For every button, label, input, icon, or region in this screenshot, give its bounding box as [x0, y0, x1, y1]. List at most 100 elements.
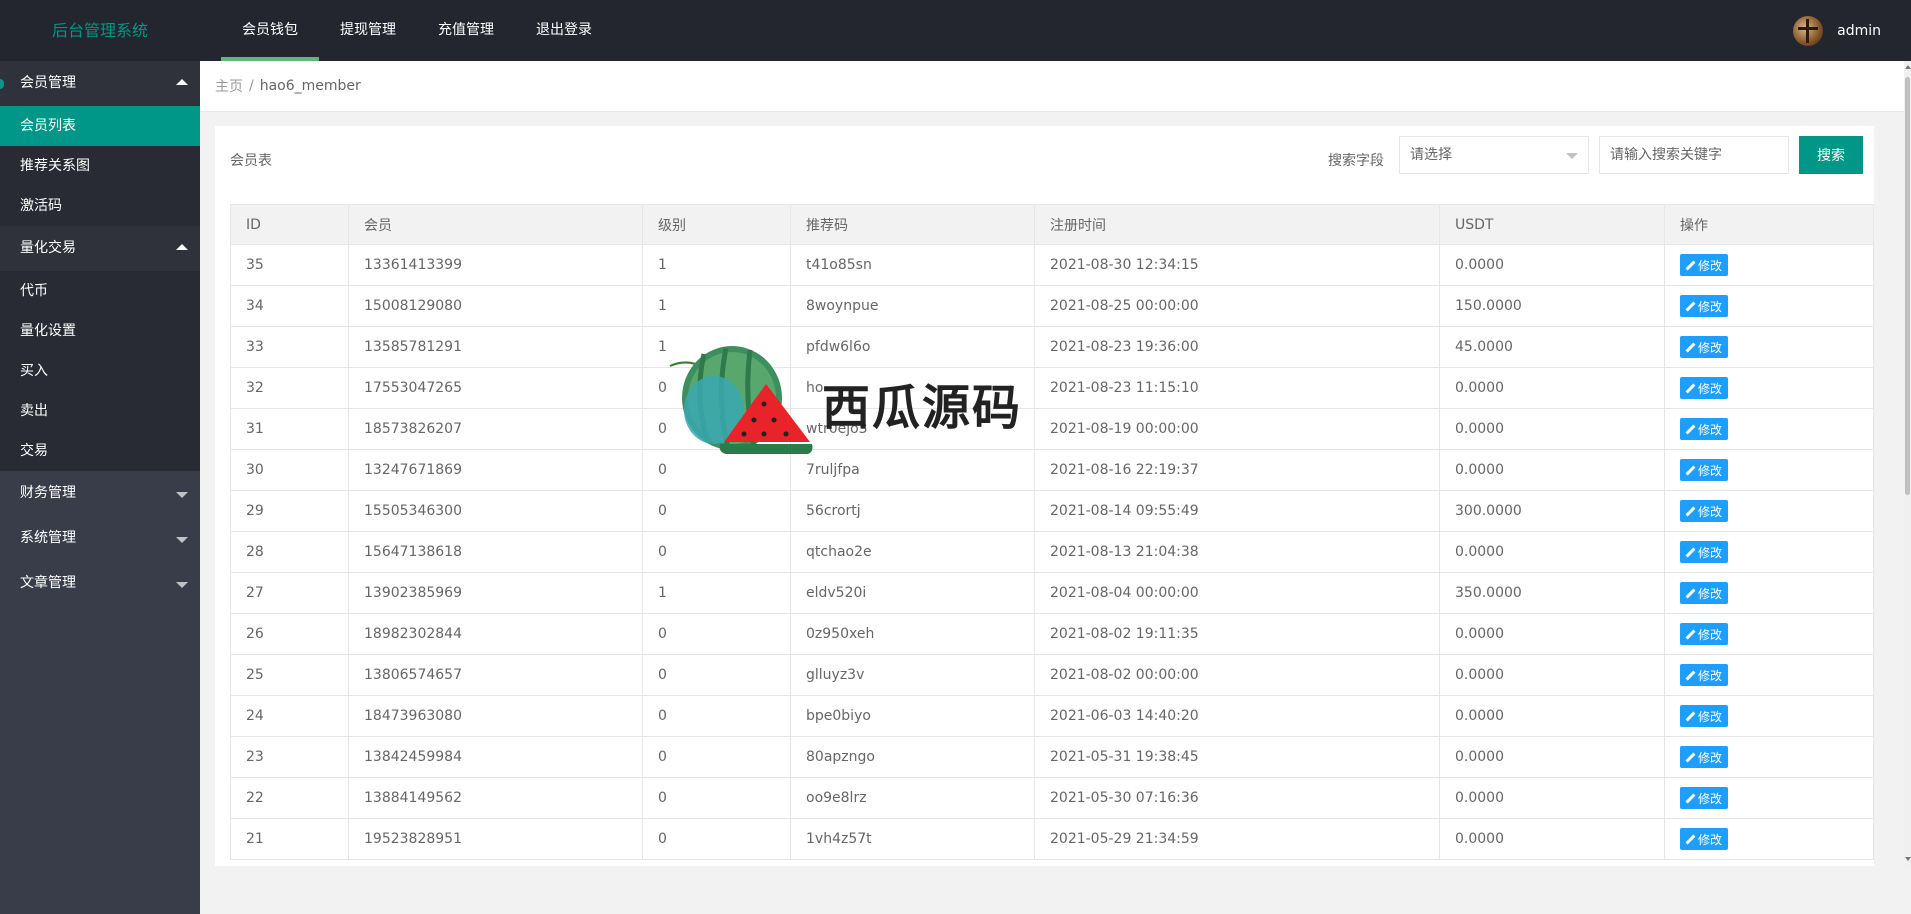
edit-button[interactable]: 修改 — [1680, 541, 1729, 563]
sidebar-item-referral-graph[interactable]: 推荐关系图 — [0, 146, 200, 186]
sidebar-item-token[interactable]: 代币 — [0, 271, 200, 311]
edit-button-label: 修改 — [1698, 381, 1723, 396]
table-cell: 23 — [230, 736, 349, 778]
sidebar-item-quant-settings[interactable]: 量化设置 — [0, 311, 200, 351]
table-cell-actions: 修改 — [1664, 244, 1874, 286]
table-cell: 2021-05-30 07:16:36 — [1034, 777, 1440, 819]
edit-button[interactable]: 修改 — [1680, 787, 1729, 809]
table-cell: 0.0000 — [1439, 736, 1665, 778]
edit-button-label: 修改 — [1698, 258, 1723, 273]
table-cell: 0 — [642, 367, 791, 409]
sidebar-group-quant-trading[interactable]: 量化交易 — [0, 226, 200, 271]
pencil-icon — [1686, 343, 1695, 352]
scroll-down-arrow-icon[interactable] — [1905, 857, 1911, 861]
sidebar-group-system[interactable]: 系统管理 — [0, 516, 200, 561]
table-cell: wtr0ejo3 — [790, 408, 1035, 450]
table-cell: 25 — [230, 654, 349, 696]
edit-button-label: 修改 — [1698, 750, 1723, 765]
table-cell: 18473963080 — [348, 695, 643, 737]
app-logo[interactable]: 后台管理系统 — [0, 0, 200, 61]
sidebar-item-member-list[interactable]: 会员列表 — [0, 106, 200, 146]
table-cell: 80apzngo — [790, 736, 1035, 778]
member-table: ID 会员 级别 推荐码 注册时间 USDT 操作 35 13361413399 1 t41o85… — [230, 204, 1874, 860]
table-cell: 0 — [642, 777, 791, 819]
pencil-icon — [1686, 753, 1695, 762]
table-row: 27 13902385969 1 eldv520i 2021-08-04 00:00:0… — [230, 572, 1874, 614]
pencil-icon — [1686, 794, 1695, 803]
search-button[interactable]: 搜索 — [1799, 136, 1863, 174]
search-field-select[interactable]: 请选择 — [1399, 136, 1589, 174]
active-indicator — [0, 79, 4, 89]
table-row: 34 15008129080 1 8woynpue 2021-08-25 00:00:0… — [230, 285, 1874, 327]
sidebar-item-sell[interactable]: 卖出 — [0, 391, 200, 431]
chevron-down-icon — [176, 582, 188, 588]
edit-button[interactable]: 修改 — [1680, 705, 1729, 727]
edit-button[interactable]: 修改 — [1680, 295, 1729, 317]
scrollbar-thumb[interactable] — [1905, 77, 1910, 495]
edit-button[interactable]: 修改 — [1680, 828, 1729, 850]
table-cell-actions: 修改 — [1664, 654, 1874, 696]
table-cell: 8woynpue — [790, 285, 1035, 327]
sidebar-item-trade[interactable]: 交易 — [0, 431, 200, 471]
table-row: 22 13884149562 0 oo9e8lrz 2021-05-30 07:16:3… — [230, 777, 1874, 819]
table-cell: 0.0000 — [1439, 449, 1665, 491]
breadcrumb-home[interactable]: 主页 — [215, 76, 243, 96]
nav-item-recharge[interactable]: 充值管理 — [417, 0, 515, 61]
table-cell: 22 — [230, 777, 349, 819]
sidebar-item-activation-code[interactable]: 激活码 — [0, 186, 200, 226]
sidebar-group-articles[interactable]: 文章管理 — [0, 561, 200, 606]
table-cell: 2021-08-14 09:55:49 — [1034, 490, 1440, 532]
table-cell: 2021-05-31 19:38:45 — [1034, 736, 1440, 778]
scroll-up-arrow-icon[interactable] — [1905, 65, 1911, 69]
table-row: 31 18573826207 0 wtr0ejo3 2021-08-19 00:00:0… — [230, 408, 1874, 450]
edit-button[interactable]: 修改 — [1680, 377, 1729, 399]
edit-button[interactable]: 修改 — [1680, 664, 1729, 686]
table-cell: 13806574657 — [348, 654, 643, 696]
edit-button[interactable]: 修改 — [1680, 746, 1729, 768]
edit-button-label: 修改 — [1698, 299, 1723, 314]
table-cell: 0.0000 — [1439, 695, 1665, 737]
edit-button[interactable]: 修改 — [1680, 418, 1729, 440]
edit-button[interactable]: 修改 — [1680, 459, 1729, 481]
edit-button[interactable]: 修改 — [1680, 623, 1729, 645]
breadcrumb-current: hao6_member — [259, 78, 361, 94]
pencil-icon — [1686, 630, 1695, 639]
pencil-icon — [1686, 261, 1695, 270]
table-cell: 0.0000 — [1439, 367, 1665, 409]
user-menu[interactable]: admin — [1793, 0, 1881, 61]
column-header: 操作 — [1664, 204, 1874, 245]
sidebar-item-buy[interactable]: 买入 — [0, 351, 200, 391]
table-cell: glluyz3v — [790, 654, 1035, 696]
edit-button-label: 修改 — [1698, 627, 1723, 642]
avatar[interactable] — [1793, 15, 1824, 46]
edit-button-label: 修改 — [1698, 586, 1723, 601]
search-input[interactable] — [1599, 136, 1789, 174]
edit-button[interactable]: 修改 — [1680, 336, 1729, 358]
table-cell: 15008129080 — [348, 285, 643, 327]
nav-item-member-wallet[interactable]: 会员钱包 — [221, 0, 319, 61]
table-cell: 13884149562 — [348, 777, 643, 819]
table-cell-actions: 修改 — [1664, 367, 1874, 409]
table-cell: 7ruljfpa — [790, 449, 1035, 491]
page-scrollbar[interactable] — [1904, 61, 1911, 867]
nav-item-logout[interactable]: 退出登录 — [515, 0, 613, 61]
username[interactable]: admin — [1837, 23, 1881, 39]
edit-button[interactable]: 修改 — [1680, 254, 1729, 276]
table-cell-actions: 修改 — [1664, 777, 1874, 819]
sidebar-group-finance[interactable]: 财务管理 — [0, 471, 200, 516]
table-cell: 19523828951 — [348, 818, 643, 860]
edit-button[interactable]: 修改 — [1680, 500, 1729, 522]
table-cell: 2021-08-13 21:04:38 — [1034, 531, 1440, 573]
edit-button[interactable]: 修改 — [1680, 582, 1729, 604]
sidebar-group-member-management[interactable]: 会员管理 — [0, 61, 200, 106]
top-header: 后台管理系统 会员钱包 提现管理 充值管理 退出登录 admin — [0, 0, 1911, 61]
table-cell: 0 — [642, 531, 791, 573]
chevron-up-icon — [176, 79, 188, 85]
nav-item-withdraw[interactable]: 提现管理 — [319, 0, 417, 61]
table-cell-actions: 修改 — [1664, 531, 1874, 573]
table-row: 35 13361413399 1 t41o85sn 2021-08-30 12:34:1… — [230, 244, 1874, 286]
table-cell-actions: 修改 — [1664, 490, 1874, 532]
edit-button-label: 修改 — [1698, 463, 1723, 478]
pencil-icon — [1686, 507, 1695, 516]
table-row: 23 13842459984 0 80apzngo 2021-05-31 19:38:4… — [230, 736, 1874, 778]
